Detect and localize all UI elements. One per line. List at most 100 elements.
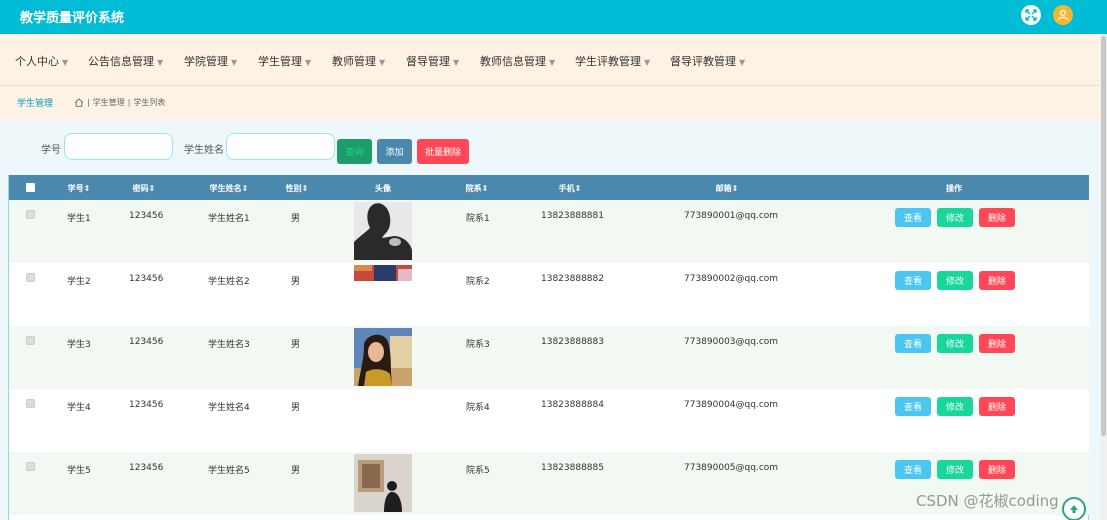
breadcrumb-item: 学生列表 (133, 98, 166, 107)
cell-department: 院系2 (466, 277, 490, 287)
edit-button[interactable]: 修改 (937, 271, 973, 290)
chevron-down-icon: ▼ (157, 58, 164, 67)
row-checkbox[interactable] (26, 210, 35, 219)
cell-department: 院系4 (466, 403, 490, 413)
view-button[interactable]: 查看 (895, 271, 931, 290)
cell-email: 773890003@qq.com (684, 337, 779, 347)
column-header-department[interactable]: 院系⇕ (466, 183, 489, 194)
cell-phone: 13823888881 (541, 211, 604, 221)
column-header-avatar: 头像 (375, 184, 391, 193)
app-title: 教学质量评价系统 (20, 11, 125, 26)
avatar (354, 328, 412, 386)
cell-student-no: 学生1 (67, 214, 91, 224)
scrollbar-thumb[interactable] (1101, 36, 1106, 436)
nav-item-notice-management[interactable]: 公告信息管理 ▼ (88, 53, 163, 69)
cell-name: 学生姓名2 (208, 277, 250, 287)
cell-email: 773890001@qq.com (684, 211, 779, 221)
cell-student-no: 学生3 (67, 340, 91, 350)
column-header-gender[interactable]: 性别⇕ (286, 183, 309, 194)
breadcrumb-item[interactable]: 学生管理 (93, 97, 125, 108)
cell-phone: 13823888883 (541, 337, 604, 347)
edit-button[interactable]: 修改 (937, 397, 973, 416)
cell-student-no: 学生5 (67, 466, 91, 476)
delete-button[interactable]: 删除 (979, 271, 1015, 290)
view-button[interactable]: 查看 (895, 334, 931, 353)
column-header-actions: 操作 (946, 184, 962, 193)
nav-item-supervisor-evaluation-management[interactable]: 督导评教管理 ▼ (670, 53, 745, 69)
cell-gender: 男 (291, 277, 301, 287)
nav-item-teacher-management[interactable]: 教师管理 ▼ (332, 53, 385, 69)
cell-gender: 男 (291, 214, 301, 224)
delete-button[interactable]: 删除 (979, 397, 1015, 416)
cell-name: 学生姓名4 (208, 403, 250, 413)
user-avatar-icon[interactable] (1053, 5, 1073, 25)
cell-phone: 13823888884 (541, 400, 604, 410)
view-button[interactable]: 查看 (895, 208, 931, 227)
row-checkbox[interactable] (26, 462, 35, 471)
column-header-phone[interactable]: 手机⇕ (559, 183, 582, 194)
watermark: CSDN @花椒coding (916, 492, 1059, 510)
sort-icon: ⇕ (481, 184, 489, 193)
chevron-down-icon: ▼ (231, 58, 238, 67)
chevron-down-icon: ▼ (644, 58, 651, 67)
row-checkbox[interactable] (26, 399, 35, 408)
nav-item-student-management[interactable]: 学生管理 ▼ (258, 53, 311, 69)
column-header-email[interactable]: 邮箱⇕ (716, 183, 739, 194)
chevron-down-icon: ▼ (305, 58, 312, 67)
cell-email: 773890004@qq.com (684, 400, 779, 410)
delete-button[interactable]: 删除 (979, 334, 1015, 353)
row-checkbox[interactable] (26, 273, 35, 282)
cell-gender: 男 (291, 340, 301, 350)
query-button[interactable]: 查询 (337, 139, 372, 164)
student-name-label: 学生姓名 (184, 145, 224, 156)
delete-button[interactable]: 删除 (979, 208, 1015, 227)
table-row: 学生3 123456 学生姓名3 男 院系3 13823888883 77389… (9, 326, 1089, 389)
edit-button[interactable]: 修改 (937, 334, 973, 353)
chevron-down-icon: ▼ (549, 58, 556, 67)
back-to-top-button[interactable] (1062, 497, 1086, 520)
avatar (354, 202, 412, 260)
nav-item-college-management[interactable]: 学院管理 ▼ (184, 53, 237, 69)
cell-phone: 13823888882 (541, 274, 604, 284)
view-button[interactable]: 查看 (895, 460, 931, 479)
chevron-down-icon: ▼ (379, 58, 386, 67)
sort-icon: ⇕ (574, 184, 582, 193)
nav-item-supervisor-management[interactable]: 督导管理 ▼ (406, 53, 459, 69)
breadcrumb: | 学生管理 | 学生列表 (74, 97, 165, 108)
cell-department: 院系5 (466, 466, 490, 476)
cell-gender: 男 (291, 466, 301, 476)
cell-student-no: 学生4 (67, 403, 91, 413)
fullscreen-icon[interactable] (1021, 5, 1041, 25)
edit-button[interactable]: 修改 (937, 460, 973, 479)
add-button[interactable]: 添加 (377, 139, 412, 164)
column-header-student-no[interactable]: 学号⇕ (68, 183, 91, 194)
arrow-up-icon (1070, 505, 1078, 513)
sort-icon: ⇕ (241, 184, 249, 193)
edit-button[interactable]: 修改 (937, 208, 973, 227)
nav-item-personal-center[interactable]: 个人中心 ▼ (15, 53, 68, 69)
avatar (354, 265, 412, 281)
cell-password: 123456 (129, 211, 164, 221)
table-row: 学生1 123456 学生姓名1 男 院系1 13823888881 77389… (9, 200, 1089, 263)
home-icon[interactable] (74, 98, 84, 107)
nav-item-teacher-info-management[interactable]: 教师信息管理 ▼ (480, 53, 555, 69)
student-no-label: 学号 (41, 145, 61, 156)
nav-item-student-evaluation-management[interactable]: 学生评教管理 ▼ (575, 53, 650, 69)
view-button[interactable]: 查看 (895, 397, 931, 416)
column-header-password[interactable]: 密码⇕ (133, 183, 156, 194)
row-checkbox[interactable] (26, 336, 35, 345)
select-all-checkbox[interactable] (26, 183, 35, 192)
cell-password: 123456 (129, 337, 164, 347)
batch-delete-button[interactable]: 批量删除 (417, 139, 469, 164)
column-header-name[interactable]: 学生姓名⇕ (210, 183, 249, 194)
student-name-input[interactable] (226, 133, 335, 160)
delete-button[interactable]: 删除 (979, 460, 1015, 479)
cell-gender: 男 (291, 403, 301, 413)
sort-icon: ⇕ (731, 184, 739, 193)
main-nav: 个人中心 ▼ 公告信息管理 ▼ 学院管理 ▼ 学生管理 ▼ 教师管理 ▼ 督导管理 ▼ 教师… (0, 34, 1101, 86)
student-no-input[interactable] (64, 133, 173, 160)
cell-password: 123456 (129, 463, 164, 473)
cell-email: 773890005@qq.com (684, 463, 779, 473)
table-header: 学号⇕ 密码⇕ 学生姓名⇕ 性别⇕ 头像 院系⇕ 手机⇕ 邮箱⇕ 操作 (9, 175, 1089, 200)
cell-email: 773890002@qq.com (684, 274, 779, 284)
